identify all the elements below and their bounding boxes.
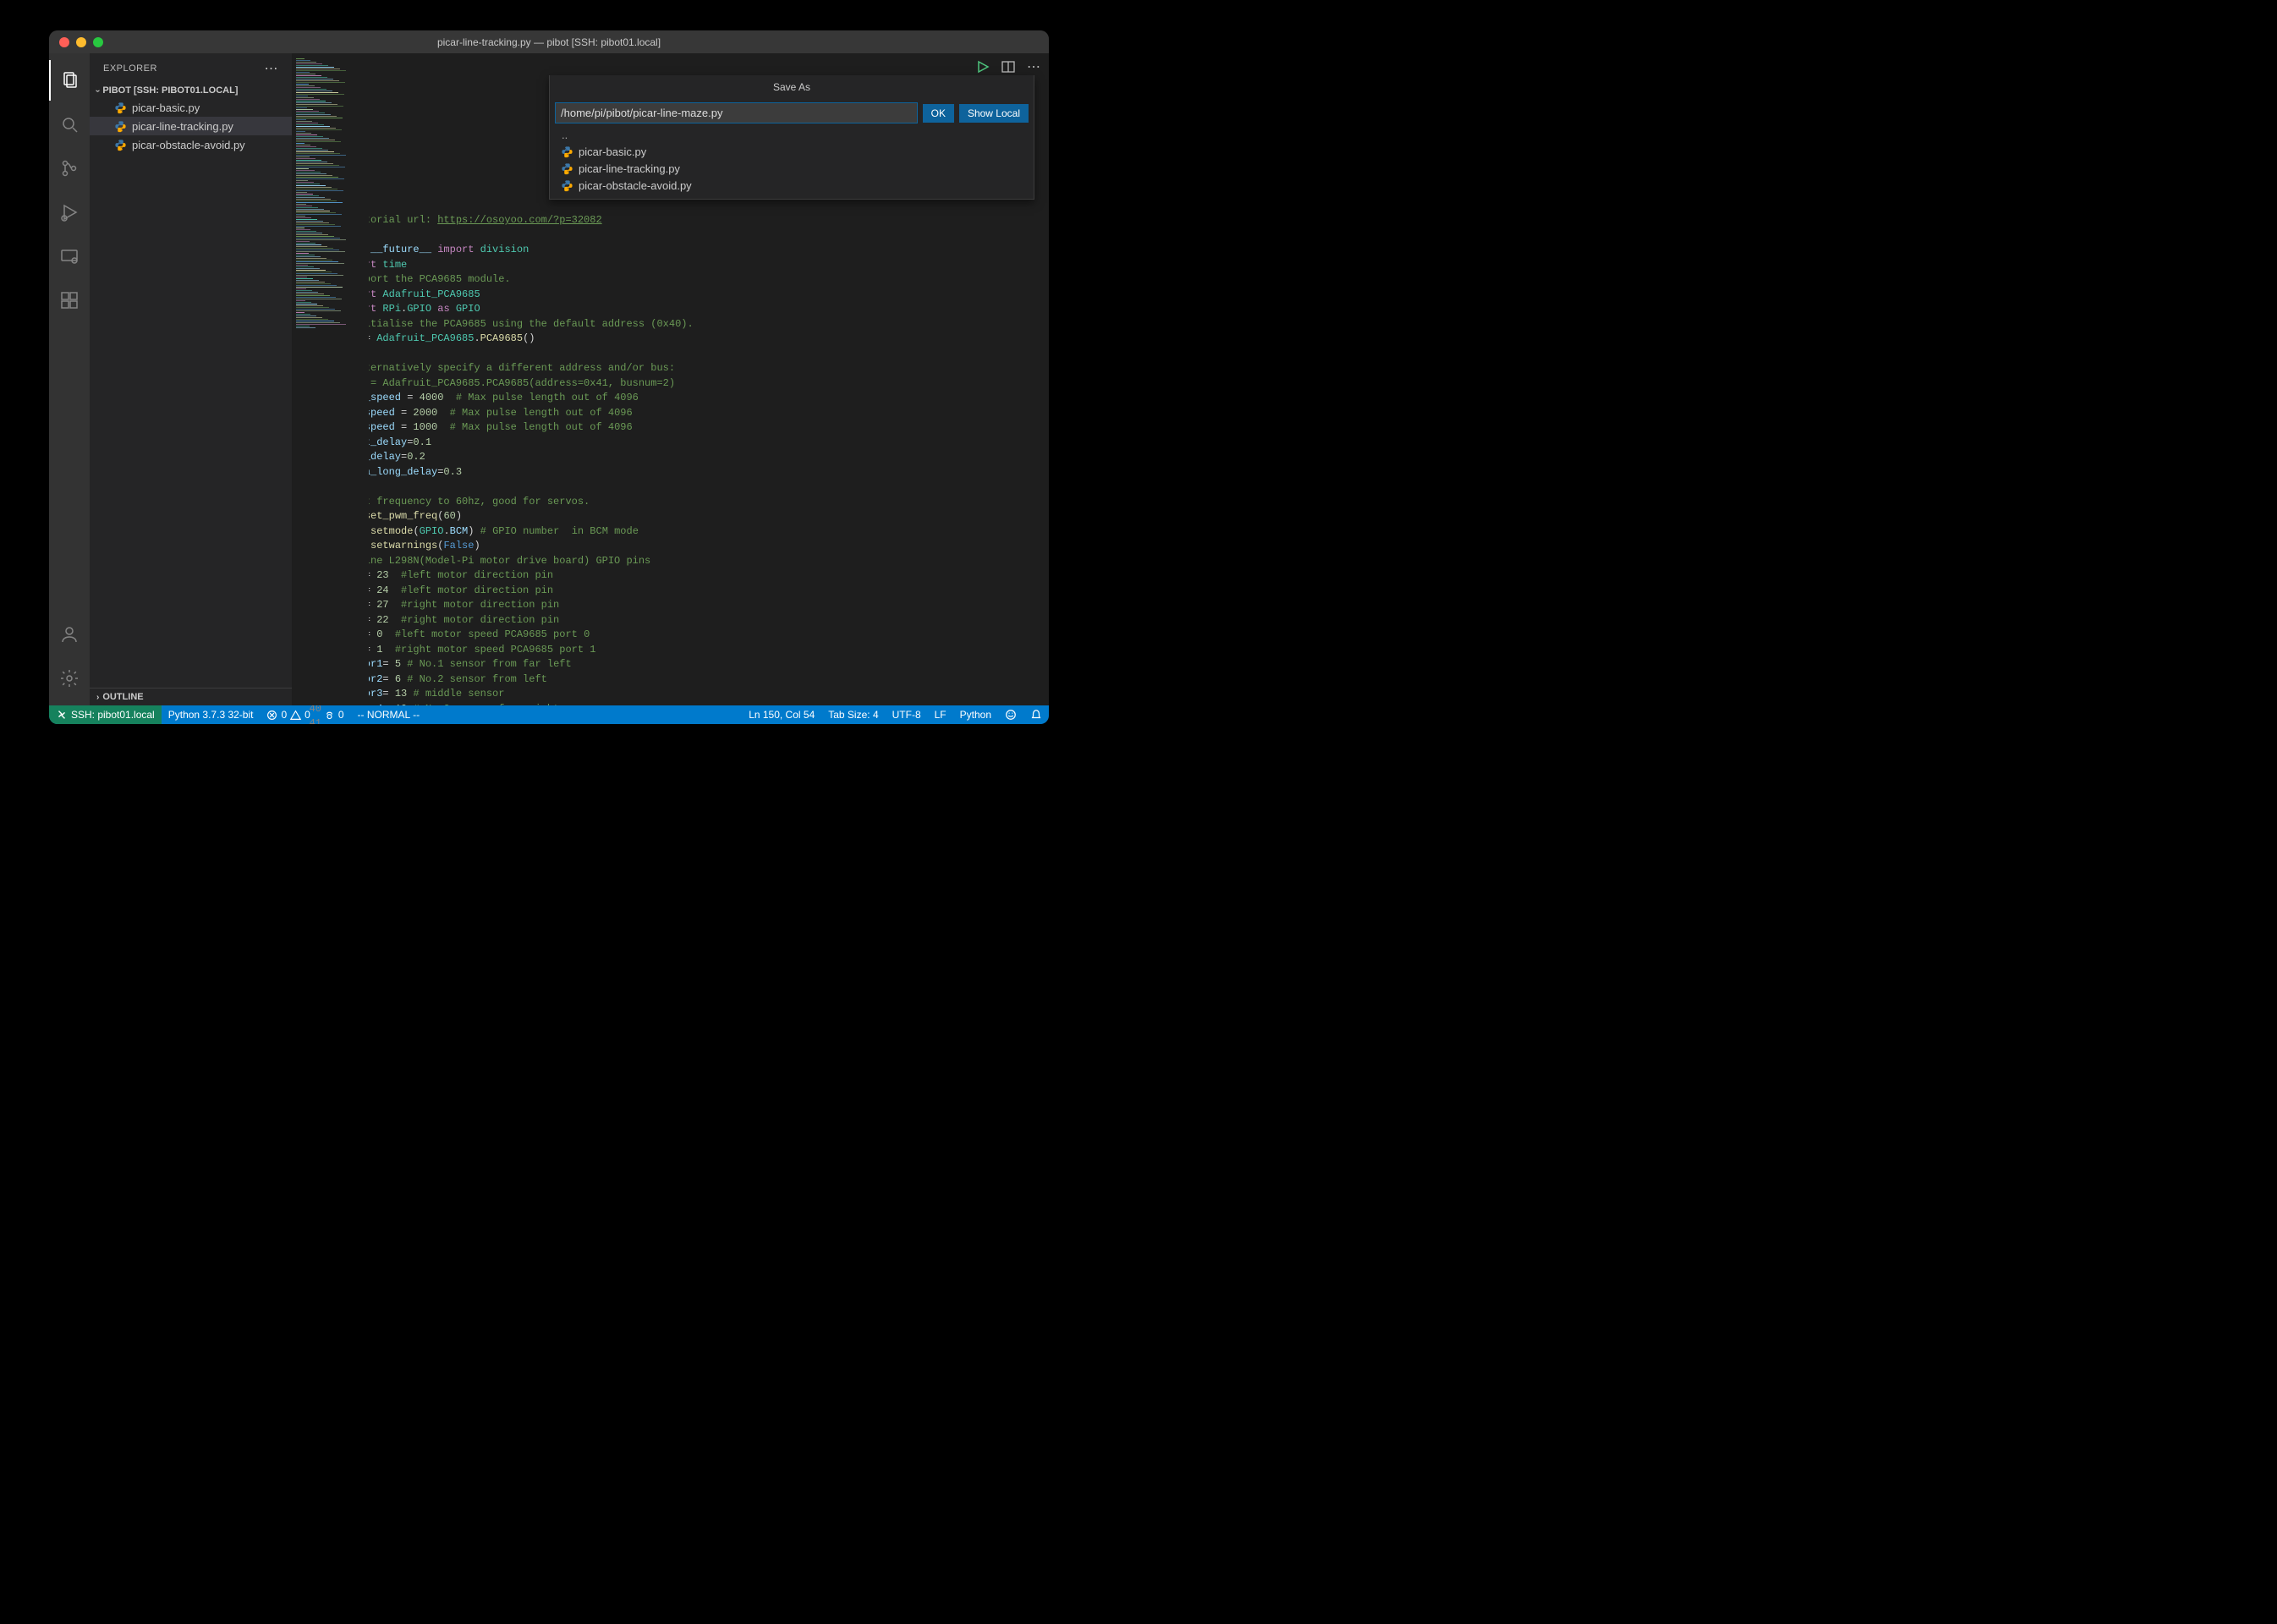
save-as-item-label: picar-obstacle-avoid.py <box>579 179 692 192</box>
cursor-position[interactable]: Ln 150, Col 54 <box>742 705 821 724</box>
editor-area: ⋯ 78910111213141516171819202122232425262… <box>293 53 1049 705</box>
remote-indicator[interactable]: SSH: pibot01.local <box>49 705 162 724</box>
python-version[interactable]: Python 3.7.3 32-bit <box>162 705 261 724</box>
folder-name: PIBOT [SSH: PIBOT01.LOCAL] <box>102 85 238 96</box>
ok-button[interactable]: OK <box>923 104 954 123</box>
accounts-icon[interactable] <box>49 614 90 655</box>
save-as-item[interactable]: picar-obstacle-avoid.py <box>550 177 1034 194</box>
port-count: 0 <box>338 709 344 721</box>
status-bar: SSH: pibot01.local Python 3.7.3 32-bit 0… <box>49 705 1049 724</box>
remote-explorer-activity[interactable] <box>49 236 90 277</box>
notifications-icon[interactable] <box>1023 705 1049 724</box>
editor-more-icon[interactable]: ⋯ <box>1027 58 1040 75</box>
file-name: picar-line-tracking.py <box>132 120 233 133</box>
run-button[interactable] <box>976 60 990 74</box>
chevron-down-icon: › <box>93 89 102 91</box>
window-title: picar-line-tracking.py — pibot [SSH: pib… <box>49 36 1049 48</box>
minimize-window-button[interactable] <box>76 37 86 47</box>
file-item[interactable]: picar-basic.py <box>90 98 292 117</box>
main-area: EXPLORER ⋯ › PIBOT [SSH: PIBOT01.LOCAL] … <box>49 53 1049 705</box>
activity-bar <box>49 53 90 705</box>
debug-activity[interactable] <box>49 192 90 233</box>
remote-label: SSH: pibot01.local <box>71 709 155 721</box>
file-name: picar-obstacle-avoid.py <box>132 139 245 151</box>
python-file-icon <box>560 162 573 175</box>
save-as-item-label: picar-line-tracking.py <box>579 162 680 175</box>
save-as-title: Save As <box>550 75 1034 99</box>
explorer-activity[interactable] <box>49 60 90 101</box>
python-file-icon <box>113 138 127 151</box>
file-item[interactable]: picar-line-tracking.py <box>90 117 292 135</box>
ports-indicator[interactable]: 0 <box>317 705 351 724</box>
python-file-icon <box>113 119 127 133</box>
eol[interactable]: LF <box>928 705 953 724</box>
encoding[interactable]: UTF-8 <box>886 705 928 724</box>
file-list: picar-basic.py picar-line-tracking.py pica… <box>90 98 292 154</box>
python-file-icon <box>560 178 573 192</box>
editor-actions: ⋯ <box>976 58 1040 75</box>
extensions-activity[interactable] <box>49 280 90 321</box>
python-file-icon <box>113 101 127 114</box>
minimap[interactable] <box>293 53 369 705</box>
save-as-item-label: picar-basic.py <box>579 145 646 158</box>
file-name: picar-basic.py <box>132 102 200 114</box>
vim-mode: -- NORMAL -- <box>351 705 427 724</box>
save-as-item[interactable]: picar-line-tracking.py <box>550 160 1034 177</box>
feedback-icon[interactable] <box>998 705 1023 724</box>
show-local-button[interactable]: Show Local <box>959 104 1029 123</box>
window-controls <box>49 37 103 47</box>
scm-activity[interactable] <box>49 148 90 189</box>
outline-label: OUTLINE <box>102 692 143 702</box>
language-mode[interactable]: Python <box>953 705 998 724</box>
zoom-window-button[interactable] <box>93 37 103 47</box>
indentation[interactable]: Tab Size: 4 <box>821 705 885 724</box>
close-window-button[interactable] <box>59 37 69 47</box>
folder-section[interactable]: › PIBOT [SSH: PIBOT01.LOCAL] <box>90 83 292 98</box>
save-as-file-list: .. picar-basic.py picar-line-tracking.py p… <box>550 127 1034 199</box>
titlebar: picar-line-tracking.py — pibot [SSH: pib… <box>49 30 1049 53</box>
explorer-sidebar: EXPLORER ⋯ › PIBOT [SSH: PIBOT01.LOCAL] … <box>90 53 293 705</box>
parent-dir-item[interactable]: .. <box>550 127 1034 143</box>
explorer-header: EXPLORER ⋯ <box>90 53 292 83</box>
python-file-icon <box>560 145 573 158</box>
save-as-path-input[interactable] <box>555 102 918 123</box>
save-as-item[interactable]: picar-basic.py <box>550 143 1034 160</box>
error-count: 0 <box>281 709 287 721</box>
vscode-window: picar-line-tracking.py — pibot [SSH: pib… <box>49 30 1049 724</box>
split-editor-icon[interactable] <box>1001 60 1015 74</box>
file-item[interactable]: picar-obstacle-avoid.py <box>90 135 292 154</box>
settings-icon[interactable] <box>49 658 90 699</box>
outline-section[interactable]: › OUTLINE <box>90 688 292 705</box>
explorer-more-icon[interactable]: ⋯ <box>265 60 279 77</box>
search-activity[interactable] <box>49 104 90 145</box>
chevron-right-icon: › <box>96 693 99 702</box>
save-as-dialog: Save As OK Show Local .. picar-basic.py p… <box>549 75 1034 200</box>
explorer-title: EXPLORER <box>103 63 157 74</box>
